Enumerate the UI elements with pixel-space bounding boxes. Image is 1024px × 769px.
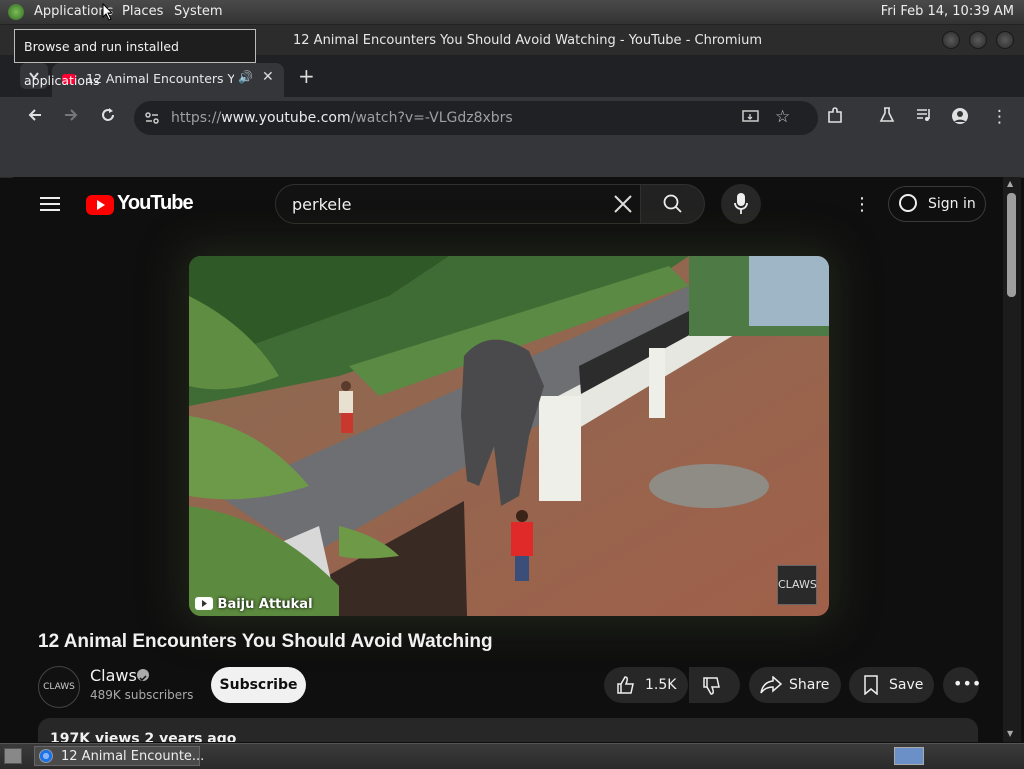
hamburger-menu-icon[interactable]: [40, 197, 60, 211]
window-title: 12 Animal Encounters You Should Avoid Wa…: [293, 33, 763, 48]
thumbs-down-icon: [703, 677, 720, 695]
subscriber-count: 489K subscribers: [90, 688, 194, 702]
back-icon[interactable]: [27, 107, 43, 128]
search-button[interactable]: [641, 184, 705, 224]
page-scrollbar[interactable]: ▲ ▼: [1003, 177, 1021, 742]
close-tab-icon[interactable]: ✕: [262, 69, 274, 85]
tab-title: 12 Animal Encounters You Should Avoid Wa…: [86, 71, 234, 86]
applications-logo-icon[interactable]: [8, 4, 24, 20]
clear-search-icon[interactable]: [614, 189, 632, 219]
watermark-channel: Baiju Attukal: [217, 597, 313, 612]
system-menu[interactable]: System: [174, 4, 222, 19]
share-label: Share: [789, 677, 830, 693]
save-label: Save: [889, 677, 924, 693]
mouse-cursor-icon: [102, 3, 114, 21]
like-button[interactable]: 1.5K: [604, 667, 688, 703]
more-actions-button[interactable]: •••: [943, 667, 982, 703]
scroll-up-arrow-icon[interactable]: ▲: [1007, 179, 1013, 188]
youtube-logo-icon[interactable]: [86, 195, 114, 215]
channel-name[interactable]: Claws: [90, 666, 137, 685]
scrollbar-thumb[interactable]: [1007, 193, 1016, 297]
share-icon: [760, 676, 782, 694]
top-panel: Applications Places System Fri Feb 14, 1…: [0, 0, 1024, 25]
clock[interactable]: Fri Feb 14, 10:39 AM: [881, 4, 1014, 19]
sign-in-label: Sign in: [928, 196, 976, 212]
labs-flask-icon[interactable]: [879, 107, 895, 128]
bottom-panel: 12 Animal Encounte...: [0, 743, 1024, 769]
youtube-page: YouTube perkele ⋮ Sign in Baiju Attukal …: [13, 177, 1003, 742]
dislike-button[interactable]: [689, 667, 740, 703]
install-app-icon[interactable]: [742, 109, 760, 129]
reload-icon[interactable]: [100, 107, 116, 128]
site-info-icon[interactable]: [144, 110, 160, 130]
share-button[interactable]: Share: [749, 667, 841, 703]
chromium-icon: [39, 749, 53, 763]
close-window-button[interactable]: [996, 31, 1014, 49]
voice-search-button[interactable]: [721, 184, 761, 224]
address-bar[interactable]: https://www.youtube.com/watch?v=-VLGdz8x…: [134, 101, 818, 135]
url-path: /watch?v=-VLGdz8xbrs: [350, 110, 513, 126]
bookmark-star-icon[interactable]: ☆: [775, 107, 790, 127]
extensions-icon[interactable]: [826, 107, 844, 130]
search-input[interactable]: perkele: [275, 184, 641, 224]
bookmarks-bar: [0, 139, 1024, 178]
show-desktop-icon[interactable]: [4, 748, 22, 764]
account-icon: [899, 194, 917, 212]
new-tab-button[interactable]: +: [298, 64, 315, 88]
more-horizontal-icon: •••: [953, 674, 982, 693]
video-watermark: Baiju Attukal: [195, 597, 313, 612]
microphone-icon: [734, 193, 748, 214]
thumbs-up-icon: [617, 676, 634, 694]
view-count-date: 197K views 2 years ago: [50, 731, 237, 742]
video-frame: [189, 256, 829, 616]
video-title: 12 Animal Encounters You Should Avoid Wa…: [38, 631, 493, 652]
taskbar-window-label: 12 Animal Encounte...: [61, 749, 205, 764]
url-scheme: https://: [171, 110, 222, 126]
description-box[interactable]: 197K views 2 years ago: [38, 718, 978, 742]
chrome-menu-icon[interactable]: ⋮: [991, 107, 1008, 127]
url-host: www.youtube.com: [221, 110, 351, 126]
like-count: 1.5K: [645, 677, 677, 693]
profile-avatar-icon[interactable]: [951, 107, 969, 130]
media-controls-icon[interactable]: [916, 107, 934, 128]
tooltip: Browse and run installed applications: [14, 29, 256, 88]
youtube-watermark-icon: [195, 597, 213, 610]
channel-avatar[interactable]: CLAWS: [38, 666, 80, 708]
sign-in-button[interactable]: Sign in: [888, 186, 986, 222]
browser-toolbar: https://www.youtube.com/watch?v=-VLGdz8x…: [0, 97, 1024, 139]
bookmark-icon: [864, 675, 878, 695]
subscribe-button[interactable]: Subscribe: [211, 667, 306, 703]
settings-more-icon[interactable]: ⋮: [853, 194, 871, 215]
speaker-icon[interactable]: 🔊: [238, 70, 253, 84]
video-player[interactable]: Baiju Attukal CLAWS: [189, 256, 829, 616]
youtube-logo-text[interactable]: YouTube: [117, 192, 194, 215]
places-menu[interactable]: Places: [122, 4, 163, 19]
url-text: https://www.youtube.com/watch?v=-VLGdz8x…: [171, 110, 513, 126]
search-query: perkele: [292, 195, 352, 214]
workspace-switcher[interactable]: [894, 747, 924, 765]
search-icon: [663, 194, 682, 213]
minimize-window-button[interactable]: [942, 31, 960, 49]
verified-badge-icon: [137, 669, 149, 682]
save-button[interactable]: Save: [849, 667, 934, 703]
forward-icon[interactable]: [63, 107, 79, 128]
channel-watermark-logo[interactable]: CLAWS: [777, 565, 817, 605]
taskbar-window-button[interactable]: 12 Animal Encounte...: [34, 746, 204, 766]
maximize-window-button[interactable]: [969, 31, 987, 49]
scroll-down-arrow-icon[interactable]: ▼: [1007, 729, 1013, 738]
